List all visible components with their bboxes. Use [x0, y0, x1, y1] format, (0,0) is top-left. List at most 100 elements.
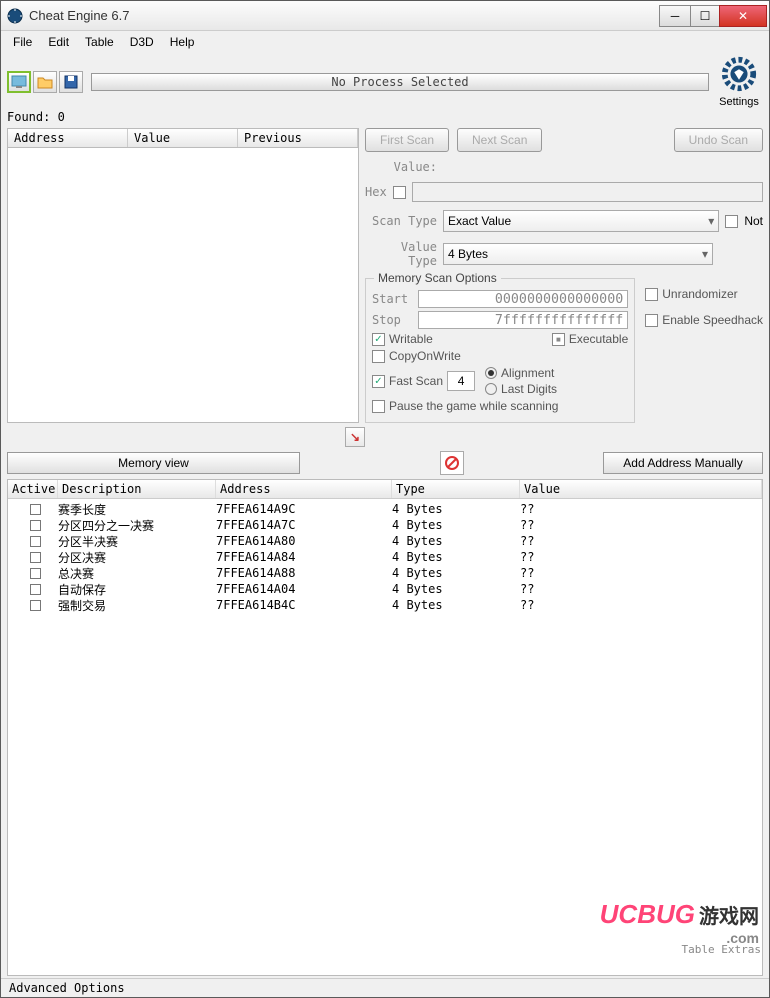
alignment-radio[interactable]: [485, 367, 497, 379]
settings-label: Settings: [715, 96, 763, 108]
titlebar: Cheat Engine 6.7 ─ ☐ ✕: [1, 1, 769, 31]
row-active-checkbox[interactable]: [30, 536, 41, 547]
add-to-list-button[interactable]: ↘: [345, 427, 365, 447]
table-row[interactable]: 分区半决赛7FFEA614A804 Bytes??: [8, 533, 762, 549]
first-scan-button[interactable]: First Scan: [365, 128, 449, 152]
value-input[interactable]: [412, 182, 763, 202]
menu-file[interactable]: File: [5, 33, 40, 51]
menu-table[interactable]: Table: [77, 33, 122, 51]
th-addr[interactable]: Address: [216, 480, 392, 498]
hex-label: Hex: [365, 185, 387, 199]
close-button[interactable]: ✕: [719, 5, 767, 27]
progress-bar: No Process Selected: [91, 73, 709, 91]
col-address[interactable]: Address: [8, 129, 128, 147]
folder-icon: [37, 75, 53, 89]
scan-type-select[interactable]: Exact Value: [443, 210, 719, 232]
row-active-checkbox[interactable]: [30, 584, 41, 595]
open-file-button[interactable]: [33, 71, 57, 93]
executable-checkbox[interactable]: [552, 333, 565, 346]
save-button[interactable]: [59, 71, 83, 93]
row-desc: 分区半决赛: [58, 533, 216, 550]
not-label: Not: [744, 214, 763, 228]
app-icon: [7, 8, 23, 24]
scan-type-label: Scan Type: [365, 214, 437, 228]
settings-button[interactable]: Settings: [715, 55, 763, 108]
fast-scan-checkbox[interactable]: [372, 375, 385, 388]
last-digits-label: Last Digits: [501, 382, 557, 396]
minimize-button[interactable]: ─: [659, 5, 691, 27]
add-address-button[interactable]: Add Address Manually: [603, 452, 763, 474]
hex-checkbox[interactable]: [393, 186, 406, 199]
row-value: ??: [520, 598, 758, 612]
row-type: 4 Bytes: [392, 518, 520, 532]
row-value: ??: [520, 566, 758, 580]
table-row[interactable]: 赛季长度7FFEA614A9C4 Bytes??: [8, 501, 762, 517]
scan-results-list[interactable]: [7, 148, 359, 423]
alignment-label: Alignment: [501, 366, 554, 380]
maximize-button[interactable]: ☐: [690, 5, 720, 27]
table-row[interactable]: 分区决赛7FFEA614A844 Bytes??: [8, 549, 762, 565]
row-type: 4 Bytes: [392, 566, 520, 580]
unrandomizer-checkbox[interactable]: [645, 288, 658, 301]
th-desc[interactable]: Description: [58, 480, 216, 498]
row-type: 4 Bytes: [392, 502, 520, 516]
fast-scan-input[interactable]: [447, 371, 475, 391]
executable-label: Executable: [569, 332, 628, 346]
menu-d3d[interactable]: D3D: [122, 33, 162, 51]
col-value[interactable]: Value: [128, 129, 238, 147]
table-row[interactable]: 自动保存7FFEA614A044 Bytes??: [8, 581, 762, 597]
next-scan-button[interactable]: Next Scan: [457, 128, 542, 152]
menu-help[interactable]: Help: [162, 33, 203, 51]
row-addr: 7FFEA614A9C: [216, 502, 392, 516]
open-process-button[interactable]: [7, 71, 31, 93]
col-previous[interactable]: Previous: [238, 129, 358, 147]
copyonwrite-checkbox[interactable]: [372, 350, 385, 363]
stop-label: Stop: [372, 313, 412, 327]
scan-type-value: Exact Value: [448, 214, 511, 228]
row-desc: 强制交易: [58, 597, 216, 614]
found-count: Found: 0: [1, 110, 769, 124]
row-active-checkbox[interactable]: [30, 568, 41, 579]
row-active-checkbox[interactable]: [30, 552, 41, 563]
unrandomizer-label: Unrandomizer: [662, 287, 737, 301]
fast-scan-label: Fast Scan: [389, 374, 443, 388]
th-type[interactable]: Type: [392, 480, 520, 498]
speedhack-label: Enable Speedhack: [662, 313, 763, 327]
start-input[interactable]: [418, 290, 628, 308]
th-value[interactable]: Value: [520, 480, 762, 498]
pause-checkbox[interactable]: [372, 400, 385, 413]
th-active[interactable]: Active: [8, 480, 58, 498]
address-table: Active Description Address Type Value 赛季…: [7, 479, 763, 976]
row-type: 4 Bytes: [392, 598, 520, 612]
undo-scan-button[interactable]: Undo Scan: [674, 128, 763, 152]
computer-icon: [11, 75, 27, 89]
row-desc: 总决赛: [58, 565, 216, 582]
stop-input[interactable]: [418, 311, 628, 329]
row-active-checkbox[interactable]: [30, 504, 41, 515]
table-extras[interactable]: Table Extras: [682, 943, 761, 956]
row-addr: 7FFEA614A80: [216, 534, 392, 548]
mem-group-title: Memory Scan Options: [374, 271, 501, 285]
table-row[interactable]: 强制交易7FFEA614B4C4 Bytes??: [8, 597, 762, 613]
row-value: ??: [520, 550, 758, 564]
row-desc: 赛季长度: [58, 501, 216, 518]
advanced-options[interactable]: Advanced Options: [1, 978, 769, 997]
value-type-select[interactable]: 4 Bytes: [443, 243, 713, 265]
row-addr: 7FFEA614A88: [216, 566, 392, 580]
writable-checkbox[interactable]: [372, 333, 385, 346]
not-checkbox[interactable]: [725, 215, 738, 228]
copyonwrite-label: CopyOnWrite: [389, 349, 461, 363]
pause-label: Pause the game while scanning: [389, 399, 558, 413]
speedhack-checkbox[interactable]: [645, 314, 658, 327]
clear-button[interactable]: [440, 451, 464, 475]
row-active-checkbox[interactable]: [30, 520, 41, 531]
menu-edit[interactable]: Edit: [40, 33, 77, 51]
table-row[interactable]: 总决赛7FFEA614A884 Bytes??: [8, 565, 762, 581]
row-active-checkbox[interactable]: [30, 600, 41, 611]
last-digits-radio[interactable]: [485, 383, 497, 395]
table-row[interactable]: 分区四分之一决赛7FFEA614A7C4 Bytes??: [8, 517, 762, 533]
scan-results-panel: Address Value Previous: [7, 128, 359, 423]
menubar: File Edit Table D3D Help: [1, 31, 769, 53]
memory-view-button[interactable]: Memory view: [7, 452, 300, 474]
no-entry-icon: [444, 455, 460, 471]
